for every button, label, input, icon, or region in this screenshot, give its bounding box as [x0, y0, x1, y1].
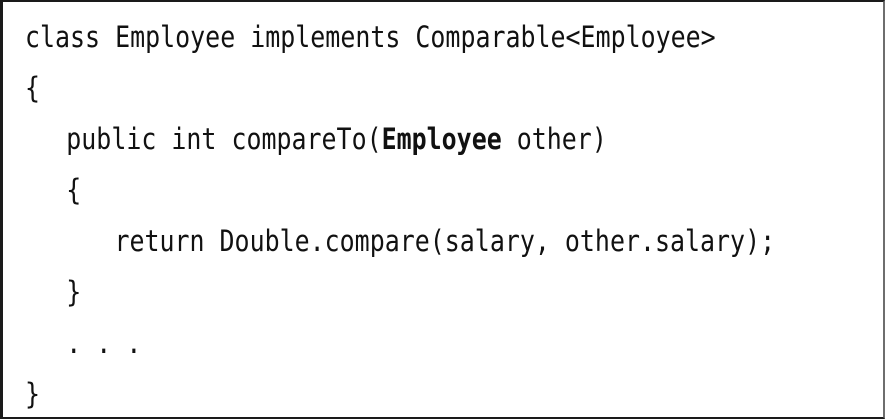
code-line-open-brace: {: [25, 71, 41, 105]
code-line-method-close-brace: }: [66, 275, 82, 309]
code-line-return-statement: return Double.compare(salary, other.sala…: [114, 224, 776, 258]
method-signature-prefix: public int compareTo(: [66, 122, 382, 156]
code-line-method-open-brace: {: [66, 173, 82, 207]
code-line-class-declaration: class Employee implements Comparable<Emp…: [25, 20, 716, 54]
code-listing: class Employee implements Comparable<Emp…: [0, 0, 885, 419]
code-line-ellipsis: . . .: [66, 326, 142, 360]
method-parameter-type: Employee: [381, 122, 502, 156]
code-line-method-signature: public int compareTo(Employee other): [25, 114, 763, 165]
method-signature-suffix: other): [501, 122, 607, 156]
code-line-close-brace: }: [25, 377, 41, 411]
